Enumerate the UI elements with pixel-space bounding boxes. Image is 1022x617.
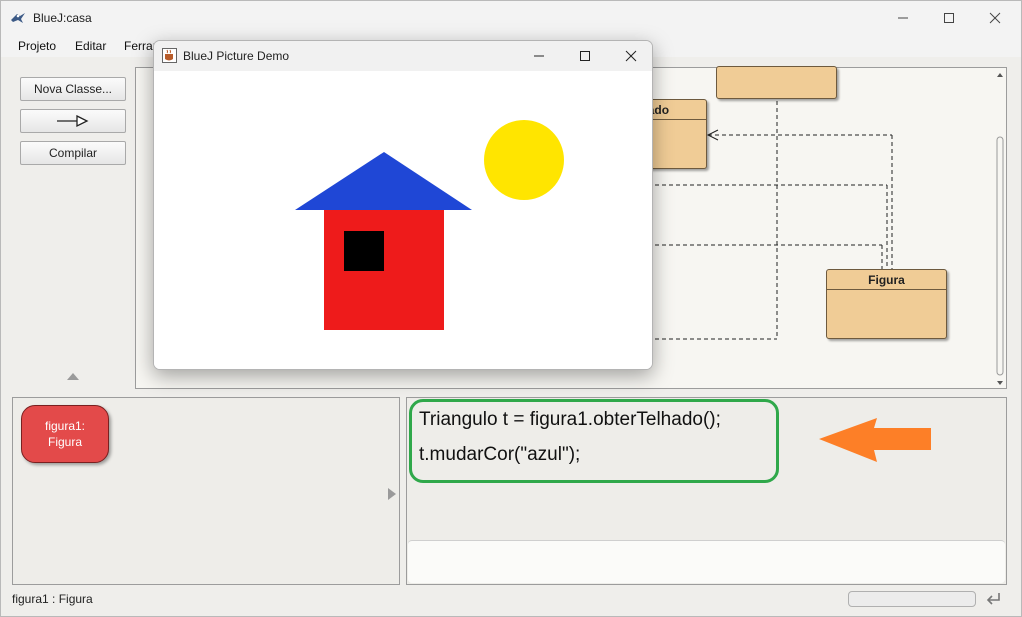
picture-window-title: BlueJ Picture Demo — [183, 49, 290, 63]
house-roof — [295, 152, 472, 210]
close-button[interactable] — [972, 1, 1018, 35]
picture-maximize-button[interactable] — [562, 41, 608, 71]
diagram-scrollbar[interactable] — [995, 71, 1005, 387]
picture-canvas — [154, 71, 652, 369]
progress-bar — [848, 591, 976, 607]
codepad-input[interactable] — [408, 540, 1005, 583]
minimize-icon — [898, 17, 908, 19]
object-figura1[interactable]: figura1: Figura — [21, 405, 109, 463]
object-name: figura1: — [44, 419, 86, 433]
new-class-button[interactable]: Nova Classe... — [20, 77, 126, 101]
object-bench: figura1: Figura — [12, 397, 400, 585]
main-titlebar[interactable]: BlueJ:casa — [1, 1, 1021, 35]
inheritance-arrow-button[interactable] — [20, 109, 126, 133]
compile-button[interactable]: Compilar — [20, 141, 126, 165]
maximize-button[interactable] — [926, 1, 972, 35]
reset-arrow-icon[interactable] — [985, 590, 1003, 608]
maximize-icon — [944, 13, 954, 23]
code-line-2: t.mudarCor("azul"); — [419, 444, 581, 465]
java-cup-icon — [162, 48, 177, 63]
codepad: Triangulo t = figura1.obterTelhado(); t.… — [406, 397, 1007, 585]
house-window — [344, 231, 384, 271]
class-box-figura[interactable]: Figura — [826, 269, 947, 339]
maximize-icon — [580, 51, 590, 61]
close-icon — [625, 50, 637, 62]
picture-minimize-button[interactable] — [516, 41, 562, 71]
inheritance-arrow-icon — [57, 114, 89, 128]
sun — [484, 120, 564, 200]
collapse-up-icon[interactable] — [66, 371, 80, 381]
code-line-1: Triangulo t = figura1.obterTelhado(); — [419, 409, 721, 430]
class-name-figura: Figura — [827, 270, 946, 290]
minimize-icon — [534, 55, 544, 57]
bluej-bird-icon — [11, 13, 25, 23]
picture-titlebar[interactable]: BlueJ Picture Demo — [154, 41, 652, 71]
menu-editar[interactable]: Editar — [75, 39, 106, 53]
window-title: BlueJ:casa — [33, 11, 92, 25]
picture-close-button[interactable] — [608, 41, 652, 71]
object-type: Figura — [47, 435, 82, 449]
house-drawing — [295, 120, 564, 330]
class-box-top[interactable] — [716, 66, 837, 99]
picture-demo-window: BlueJ Picture Demo — [153, 40, 653, 370]
minimize-button[interactable] — [880, 1, 926, 35]
statusbar: figura1 : Figura — [1, 589, 1021, 616]
close-icon — [989, 12, 1001, 24]
status-text: figura1 : Figura — [12, 592, 93, 606]
orange-arrow-icon — [819, 418, 931, 462]
expand-right-icon[interactable] — [387, 487, 397, 501]
menu-projeto[interactable]: Projeto — [18, 39, 56, 53]
